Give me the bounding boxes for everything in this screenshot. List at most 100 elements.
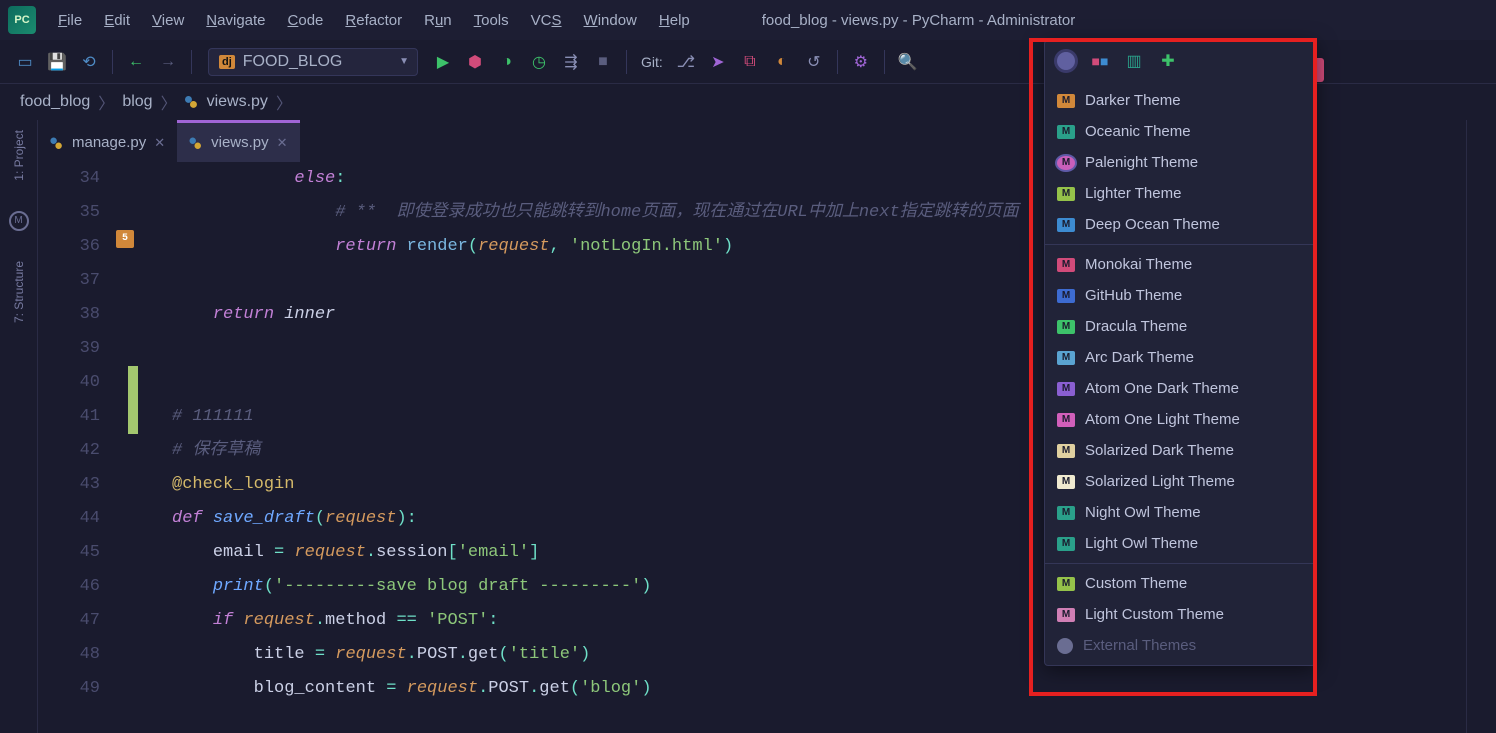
chevron-right-icon: 〉 [98, 90, 114, 114]
code-line[interactable]: blog_content = request.POST.get('blog') [172, 672, 1466, 706]
theme-item[interactable]: MSolarized Light Theme [1045, 466, 1315, 497]
theme-item[interactable]: MDarker Theme [1045, 85, 1315, 116]
theme-label: Dracula Theme [1085, 318, 1187, 335]
search-icon[interactable]: 🔍 [895, 49, 921, 75]
theme-item[interactable]: MArc Dark Theme [1045, 342, 1315, 373]
theme-item[interactable]: M Custom Theme [1045, 568, 1315, 599]
vcs-change-marker [128, 366, 138, 434]
fold-gutter: 5 [118, 162, 148, 733]
theme-label: Atom One Light Theme [1085, 411, 1240, 428]
theme-label: Custom Theme [1085, 575, 1187, 592]
theme-badge-icon: M [1057, 475, 1075, 489]
tab-views-py[interactable]: views.py ✕ [177, 120, 299, 162]
theme-item[interactable]: MLight Owl Theme [1045, 528, 1315, 559]
menu-code[interactable]: Code [278, 6, 334, 35]
menu-refactor[interactable]: Refactor [335, 6, 412, 35]
theme-label: Deep Ocean Theme [1085, 216, 1220, 233]
theme-badge-icon: M [1057, 218, 1075, 232]
theme-columns-icon[interactable]: ▥ [1123, 50, 1145, 72]
theme-item[interactable]: MAtom One Light Theme [1045, 404, 1315, 435]
menu-tools[interactable]: Tools [464, 6, 519, 35]
run-config-name: FOOD_BLOG [243, 53, 343, 71]
theme-item[interactable]: MSolarized Dark Theme [1045, 435, 1315, 466]
material-icon[interactable]: M [9, 211, 29, 231]
theme-item[interactable]: M Lighter Theme [1045, 178, 1315, 209]
theme-item[interactable]: M Monokai Theme [1045, 249, 1315, 280]
python-file-icon [185, 95, 199, 109]
menu-file[interactable]: File [48, 6, 92, 35]
theme-item[interactable]: M Deep Ocean Theme [1045, 209, 1315, 240]
chevron-down-icon: ▼ [399, 56, 409, 67]
theme-item[interactable]: MGitHub Theme [1045, 280, 1315, 311]
theme-label: Light Custom Theme [1085, 606, 1224, 623]
menu-vcs[interactable]: VCS [521, 6, 572, 35]
line-number: 40 [38, 366, 100, 400]
breadcrumb-folder[interactable]: blog [122, 93, 152, 111]
theme-badge-icon: M [1057, 258, 1075, 272]
refresh-icon[interactable]: ⟲ [76, 49, 102, 75]
html-gutter-icon[interactable]: 5 [116, 230, 134, 248]
open-icon[interactable]: ▭ [12, 49, 38, 75]
menubar: PC File Edit View Navigate Code Refactor… [0, 0, 1496, 40]
stop-icon[interactable]: ■ [590, 49, 616, 75]
menu-edit[interactable]: Edit [94, 6, 140, 35]
git-rollback-icon[interactable]: ↺ [801, 49, 827, 75]
run-config-selector[interactable]: dj FOOD_BLOG ▼ [208, 48, 418, 76]
theme-badge-icon: M [1057, 187, 1075, 201]
git-compare-icon[interactable]: ⧉ [737, 49, 763, 75]
profile-icon[interactable]: ◷ [526, 49, 552, 75]
breadcrumb-root[interactable]: food_blog [20, 93, 90, 111]
theme-item[interactable]: M Light Custom Theme [1045, 599, 1315, 630]
close-icon[interactable]: ✕ [277, 135, 288, 151]
tab-manage-py[interactable]: manage.py ✕ [38, 120, 177, 162]
run-icon[interactable]: ▶ [430, 49, 456, 75]
menu-window[interactable]: Window [574, 6, 647, 35]
git-branch-icon[interactable]: ⎇ [673, 49, 699, 75]
window-title: food_blog - views.py - PyCharm - Adminis… [762, 12, 1075, 29]
theme-badge-icon: M [1057, 608, 1075, 622]
line-number: 43 [38, 468, 100, 502]
theme-item[interactable]: MDracula Theme [1045, 311, 1315, 342]
git-history-icon[interactable]: ◐ [769, 49, 795, 75]
theme-circle-icon[interactable] [1055, 50, 1077, 72]
theme-item[interactable]: MOceanic Theme [1045, 116, 1315, 147]
project-tool-button[interactable]: 1: Project [12, 130, 26, 181]
menu-view[interactable]: View [142, 6, 194, 35]
theme-item: External Themes [1045, 630, 1315, 661]
theme-item[interactable]: M Palenight Theme [1045, 147, 1315, 178]
line-number: 44 [38, 502, 100, 536]
back-icon[interactable]: ← [123, 49, 149, 75]
theme-popup-toolbar: ■■ ▥ ✚ [1045, 41, 1315, 81]
git-push-icon[interactable]: ➤ [705, 49, 731, 75]
dot-icon [1057, 638, 1073, 654]
save-icon[interactable]: 💾 [44, 49, 70, 75]
menu-help[interactable]: Help [649, 6, 700, 35]
menu-navigate[interactable]: Navigate [196, 6, 275, 35]
line-number: 37 [38, 264, 100, 298]
theme-label: GitHub Theme [1085, 287, 1182, 304]
theme-label: Lighter Theme [1085, 185, 1181, 202]
concurrent-icon[interactable]: ⇶ [558, 49, 584, 75]
theme-label: Monokai Theme [1085, 256, 1192, 273]
theme-badge-icon: M [1057, 577, 1075, 591]
forward-icon[interactable]: → [155, 49, 181, 75]
theme-puzzle-icon[interactable]: ✚ [1157, 50, 1179, 72]
theme-label: Palenight Theme [1085, 154, 1198, 171]
coverage-icon[interactable]: ◑ [494, 49, 520, 75]
close-icon[interactable]: ✕ [154, 135, 165, 151]
structure-tool-button[interactable]: 7: Structure [12, 261, 26, 323]
theme-grid-icon[interactable]: ■■ [1089, 50, 1111, 72]
theme-label: Solarized Dark Theme [1085, 442, 1234, 459]
breadcrumb-file[interactable]: views.py [207, 93, 268, 111]
debug-icon[interactable]: ⬢ [462, 49, 488, 75]
menu-run[interactable]: Run [414, 6, 462, 35]
python-file-icon [50, 136, 64, 150]
theme-badge-icon: M [1057, 156, 1075, 170]
theme-label: Light Owl Theme [1085, 535, 1198, 552]
theme-label: External Themes [1083, 637, 1196, 654]
settings-icon[interactable]: ⚙ [848, 49, 874, 75]
divider [1045, 244, 1315, 245]
line-number: 46 [38, 570, 100, 604]
theme-item[interactable]: MAtom One Dark Theme [1045, 373, 1315, 404]
theme-item[interactable]: MNight Owl Theme [1045, 497, 1315, 528]
